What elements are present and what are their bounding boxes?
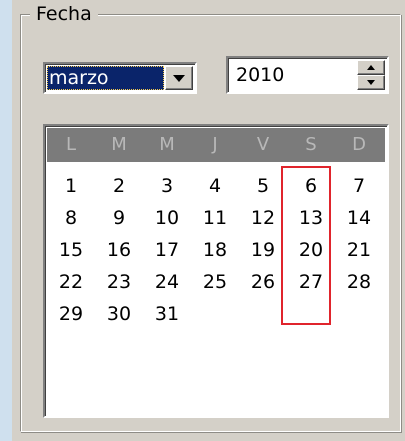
calendar-day[interactable]: 22: [49, 266, 93, 298]
calendar-day[interactable]: 28: [337, 266, 381, 298]
calendar-day[interactable]: 23: [97, 266, 141, 298]
calendar-day[interactable]: 2: [97, 170, 141, 202]
calendar-day[interactable]: 5: [241, 170, 285, 202]
calendar-day[interactable]: 8: [49, 202, 93, 234]
saturday-column-highlight: [281, 166, 331, 325]
weekday-label: M: [159, 134, 175, 155]
calendar-day[interactable]: 19: [241, 234, 285, 266]
weekday-label: M: [111, 134, 127, 155]
calendar-day[interactable]: 1: [49, 170, 93, 202]
calendar-day[interactable]: 30: [97, 298, 141, 330]
calendar-day[interactable]: 17: [145, 234, 189, 266]
weekday-label: V: [256, 134, 270, 155]
calendar-day[interactable]: 7: [337, 170, 381, 202]
calendar-day[interactable]: 12: [241, 202, 285, 234]
weekday-label: S: [305, 134, 317, 155]
weekday-label: D: [352, 134, 366, 155]
calendar-day[interactable]: 15: [49, 234, 93, 266]
calendar-day[interactable]: 26: [241, 266, 285, 298]
year-decrement-button[interactable]: [357, 75, 385, 90]
month-select[interactable]: marzo: [43, 62, 197, 94]
calendar-day[interactable]: 11: [193, 202, 237, 234]
calendar-day[interactable]: 21: [337, 234, 381, 266]
calendar-day[interactable]: 14: [337, 202, 381, 234]
calendar-day[interactable]: 31: [145, 298, 189, 330]
calendar-day[interactable]: 9: [97, 202, 141, 234]
calendar-day[interactable]: 25: [193, 266, 237, 298]
month-calendar[interactable]: L M M J V S D 1 2 3 4 5 6 7 8 9 10 11 12…: [43, 124, 389, 418]
month-select-value[interactable]: marzo: [47, 66, 164, 90]
chevron-down-icon: [173, 74, 185, 82]
calendar-day[interactable]: 10: [145, 202, 189, 234]
groupbox-title: Fecha: [30, 2, 98, 26]
calendar-day[interactable]: 18: [193, 234, 237, 266]
calendar-day[interactable]: 29: [49, 298, 93, 330]
arrow-up-icon: [367, 65, 375, 70]
year-input[interactable]: [230, 60, 348, 90]
month-dropdown-button[interactable]: [165, 66, 193, 90]
year-spinner[interactable]: [226, 56, 389, 94]
left-edge-strip: [0, 0, 12, 441]
weekday-header: L M M J V S D: [47, 128, 385, 162]
calendar-day[interactable]: 16: [97, 234, 141, 266]
year-increment-button[interactable]: [357, 60, 385, 75]
weekday-label: J: [212, 134, 218, 155]
calendar-day[interactable]: 3: [145, 170, 189, 202]
calendar-day[interactable]: 4: [193, 170, 237, 202]
date-panel: Fecha marzo L M M J V S D 1 2 3 4 5: [0, 0, 405, 441]
weekday-label: L: [65, 134, 77, 155]
calendar-day[interactable]: 24: [145, 266, 189, 298]
arrow-down-icon: [367, 80, 375, 85]
